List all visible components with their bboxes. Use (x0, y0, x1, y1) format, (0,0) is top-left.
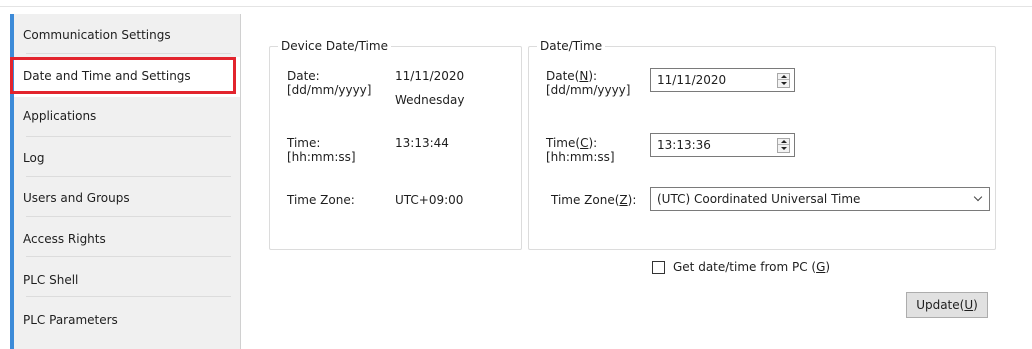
device-time-value: 13:13:44 (395, 136, 449, 150)
date-input-value: 11/11/2020 (657, 73, 727, 87)
sidebar-divider (26, 53, 231, 54)
date-spinner[interactable] (777, 73, 790, 88)
device-timezone-label: Time Zone: (287, 193, 355, 207)
time-format: [hh:mm:ss] (546, 150, 615, 164)
datetime-title: Date/Time (537, 39, 606, 53)
top-separator (0, 6, 1032, 7)
get-from-pc-label[interactable]: Get date/time from PC (G) (673, 260, 830, 275)
device-time-format: [hh:mm:ss] (287, 150, 356, 164)
get-from-pc-checkbox[interactable] (652, 261, 665, 274)
device-weekday-value: Wednesday (395, 93, 465, 107)
spin-down-icon[interactable] (778, 146, 789, 152)
time-input[interactable]: 13:13:36 (650, 133, 795, 157)
sidebar-item-label: Access Rights (23, 232, 106, 246)
spin-down-icon[interactable] (778, 81, 789, 87)
device-date-label: Date: (287, 69, 320, 83)
sidebar-item-label: Users and Groups (23, 191, 130, 205)
device-date-value: 11/11/2020 (395, 69, 465, 83)
time-input-value: 13:13:36 (657, 138, 711, 152)
device-date-format: [dd/mm/yyyy] (287, 83, 372, 97)
sidebar-item-plc-shell[interactable]: PLC Shell (14, 257, 241, 297)
time-spinner[interactable] (777, 138, 790, 153)
sidebar-item-label: Communication Settings (23, 28, 171, 42)
device-datetime-title: Device Date/Time (278, 39, 391, 53)
sidebar-item-label: PLC Parameters (23, 313, 118, 327)
sidebar-item-label: PLC Shell (23, 273, 79, 287)
timezone-label: Time Zone(Z): (551, 193, 637, 207)
timezone-select-value: (UTC) Coordinated Universal Time (657, 192, 861, 206)
sidebar-item-access-rights[interactable]: Access Rights (14, 217, 241, 257)
sidebar-item-applications[interactable]: Applications (14, 97, 241, 137)
date-label: Date(N): (546, 69, 598, 83)
sidebar-item-users-and-groups[interactable]: Users and Groups (14, 177, 241, 217)
sidebar-item-plc-parameters[interactable]: PLC Parameters (14, 297, 241, 337)
spin-up-icon[interactable] (778, 139, 789, 145)
update-button[interactable]: Update(U) (906, 292, 988, 318)
sidebar-item-label: Applications (23, 109, 97, 123)
sidebar-edge (240, 14, 241, 349)
spin-up-icon[interactable] (778, 74, 789, 80)
sidebar-item-communication-settings[interactable]: Communication Settings (14, 14, 241, 54)
sidebar-item-log[interactable]: Log (14, 137, 241, 177)
selection-highlight (10, 57, 236, 94)
device-time-label: Time: (287, 136, 321, 150)
date-format: [dd/mm/yyyy] (546, 83, 631, 97)
timezone-select[interactable]: (UTC) Coordinated Universal Time (650, 187, 990, 211)
device-timezone-value: UTC+09:00 (395, 193, 464, 207)
time-label: Time(C): (546, 136, 598, 150)
date-input[interactable]: 11/11/2020 (650, 68, 795, 92)
sidebar-item-label: Log (23, 151, 45, 165)
chevron-down-icon[interactable] (973, 192, 983, 202)
